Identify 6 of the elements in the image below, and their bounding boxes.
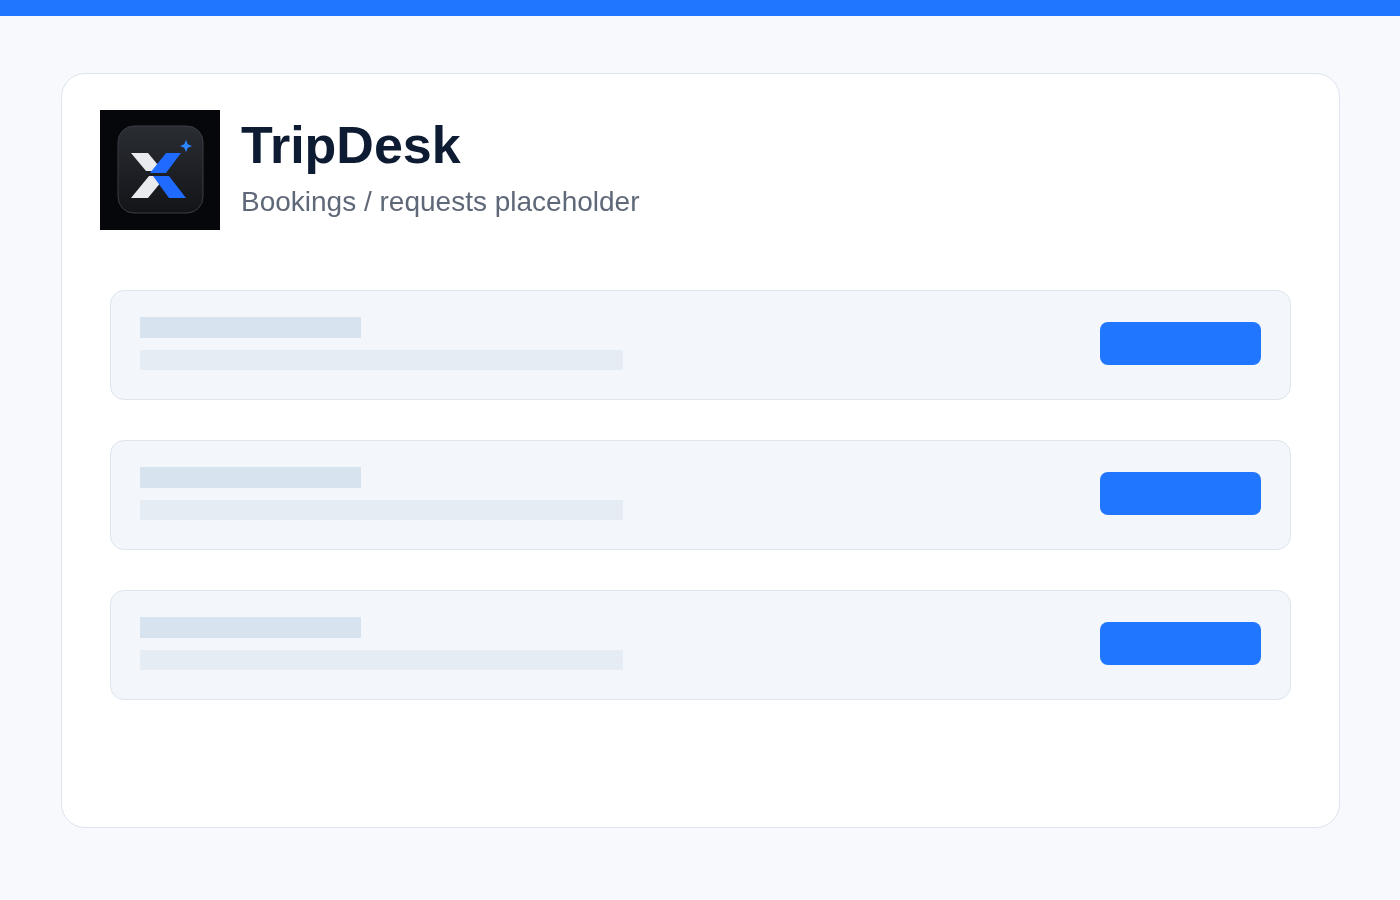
app-title: TripDesk (241, 117, 462, 174)
placeholder-button[interactable] (1100, 621, 1261, 665)
placeholder-button[interactable] (1100, 471, 1261, 515)
app-subtitle: Bookings / requests placeholder (241, 186, 640, 218)
logo-icon (100, 110, 220, 230)
placeholder-button[interactable] (1100, 321, 1261, 365)
